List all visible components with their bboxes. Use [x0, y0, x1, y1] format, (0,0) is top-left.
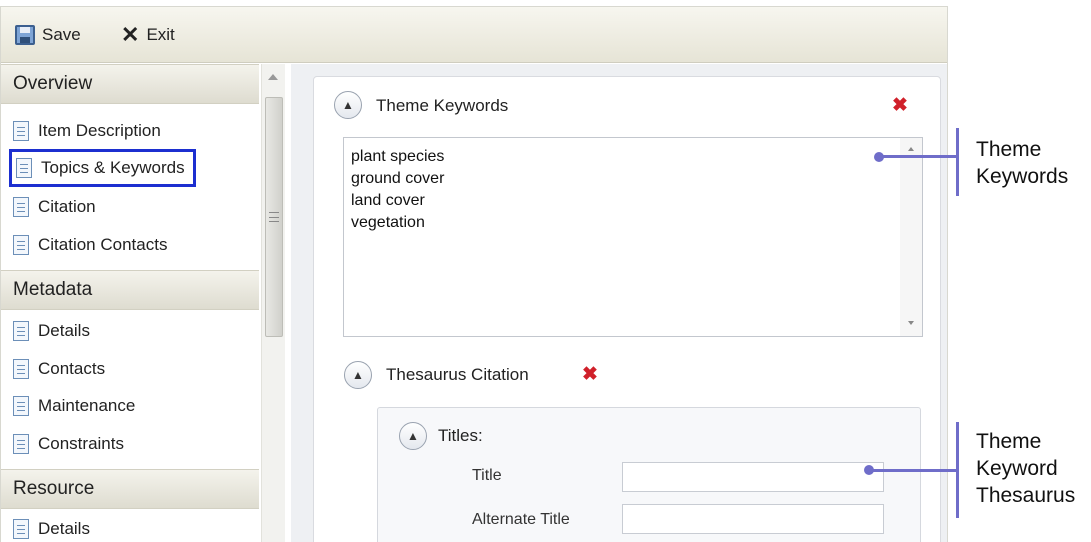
collapse-theme-keywords-button[interactable]: ▲ [334, 91, 362, 119]
keyword-line: vegetation [351, 214, 425, 231]
scroll-up-arrow-icon[interactable] [268, 74, 278, 80]
sidebar-item-label: Details [38, 321, 90, 340]
chevron-up-icon: ▲ [342, 98, 354, 112]
sidebar-item-topics-keywords[interactable]: Topics & Keywords [9, 149, 196, 187]
sidebar-item-constraints[interactable]: Constraints [9, 429, 132, 459]
sidebar-nav: Overview Item Description Topics & Keywo… [1, 64, 259, 542]
nav-section-metadata: Metadata [1, 270, 259, 310]
keyword-line: land cover [351, 192, 425, 209]
annotation-line: Thesaurus [976, 484, 1076, 507]
thesaurus-citation-title: Thesaurus Citation [386, 365, 529, 384]
sidebar-item-label: Topics & Keywords [41, 158, 185, 177]
document-icon [13, 434, 29, 454]
annotation-line: Theme [976, 430, 1042, 453]
sidebar-item-label: Details [38, 519, 90, 538]
collapse-thesaurus-button[interactable]: ▲ [344, 361, 372, 389]
sidebar-item-label: Item Description [38, 121, 161, 140]
sidebar-item-item-description[interactable]: Item Description [9, 116, 169, 146]
scroll-down-arrow-icon[interactable] [908, 321, 914, 325]
theme-keywords-panel: ▲ Theme Keywords ✖ plant species ground … [313, 76, 941, 542]
nav-section-overview: Overview [1, 64, 259, 104]
keyword-line: ground cover [351, 170, 445, 187]
collapse-titles-button[interactable]: ▲ [399, 422, 427, 450]
sidebar-item-metadata-details[interactable]: Details [9, 316, 98, 346]
document-icon [13, 519, 29, 539]
theme-keywords-callout-line [880, 155, 956, 158]
theme-keywords-textarea[interactable]: plant species ground cover land cover ve… [343, 137, 923, 337]
sidebar-item-maintenance[interactable]: Maintenance [9, 391, 143, 421]
sidebar-item-citation[interactable]: Citation [9, 192, 104, 222]
document-icon [13, 321, 29, 341]
editor-content: ▲ Theme Keywords ✖ plant species ground … [291, 64, 947, 542]
toolbar: Save ✕ Exit [1, 7, 947, 63]
theme-keywords-annotation: Theme Keywords [976, 136, 1068, 190]
thesaurus-callout-line [870, 469, 956, 472]
scrollbar-thumb[interactable] [265, 97, 283, 337]
annotation-line: Keywords [976, 165, 1069, 188]
metadata-editor-window: Save ✕ Exit Overview Item Description To… [0, 6, 948, 542]
remove-thesaurus-icon[interactable]: ✖ [582, 365, 598, 384]
title-field[interactable] [622, 462, 884, 492]
sidebar-item-label: Constraints [38, 434, 124, 453]
titles-group: ▲ Titles: Title Alternate Title [377, 407, 921, 542]
remove-theme-keywords-icon[interactable]: ✖ [892, 96, 908, 115]
nav-section-resource: Resource [1, 469, 259, 509]
theme-keywords-callout-bar [956, 128, 959, 196]
title-label: Title [472, 467, 502, 484]
sidebar-scrollbar[interactable] [261, 64, 285, 542]
sidebar-item-resource-details[interactable]: Details [9, 514, 98, 542]
keyword-line: plant species [351, 148, 445, 165]
save-label: Save [42, 25, 81, 44]
sidebar-item-label: Citation Contacts [38, 235, 168, 254]
document-icon [13, 396, 29, 416]
annotation-line: Keyword [976, 457, 1058, 480]
document-icon [13, 359, 29, 379]
exit-label: Exit [146, 25, 175, 44]
close-icon: ✕ [121, 22, 140, 47]
document-icon [13, 235, 29, 255]
save-button[interactable]: Save [15, 23, 81, 47]
scroll-up-arrow-icon[interactable] [908, 147, 914, 151]
sidebar-item-label: Citation [38, 197, 96, 216]
exit-button[interactable]: ✕ Exit [121, 23, 175, 47]
theme-keywords-title: Theme Keywords [376, 96, 509, 115]
sidebar-item-contacts[interactable]: Contacts [9, 354, 113, 384]
chevron-up-icon: ▲ [352, 368, 364, 382]
document-icon [13, 121, 29, 141]
grip-icon [269, 212, 279, 222]
keywords-scrollbar[interactable] [900, 138, 922, 336]
document-icon [16, 158, 32, 178]
alternate-title-field[interactable] [622, 504, 884, 534]
thesaurus-callout-bar [956, 422, 959, 518]
sidebar-item-label: Maintenance [38, 396, 136, 415]
document-icon [13, 197, 29, 217]
sidebar-item-label: Contacts [38, 359, 106, 378]
sidebar-item-citation-contacts[interactable]: Citation Contacts [9, 230, 175, 260]
titles-label: Titles: [438, 426, 483, 445]
chevron-up-icon: ▲ [407, 429, 419, 443]
theme-keyword-thesaurus-annotation: Theme Keyword Thesaurus [976, 428, 1075, 509]
annotation-line: Theme [976, 138, 1042, 161]
alternate-title-label: Alternate Title [472, 511, 570, 528]
save-icon [15, 25, 35, 45]
